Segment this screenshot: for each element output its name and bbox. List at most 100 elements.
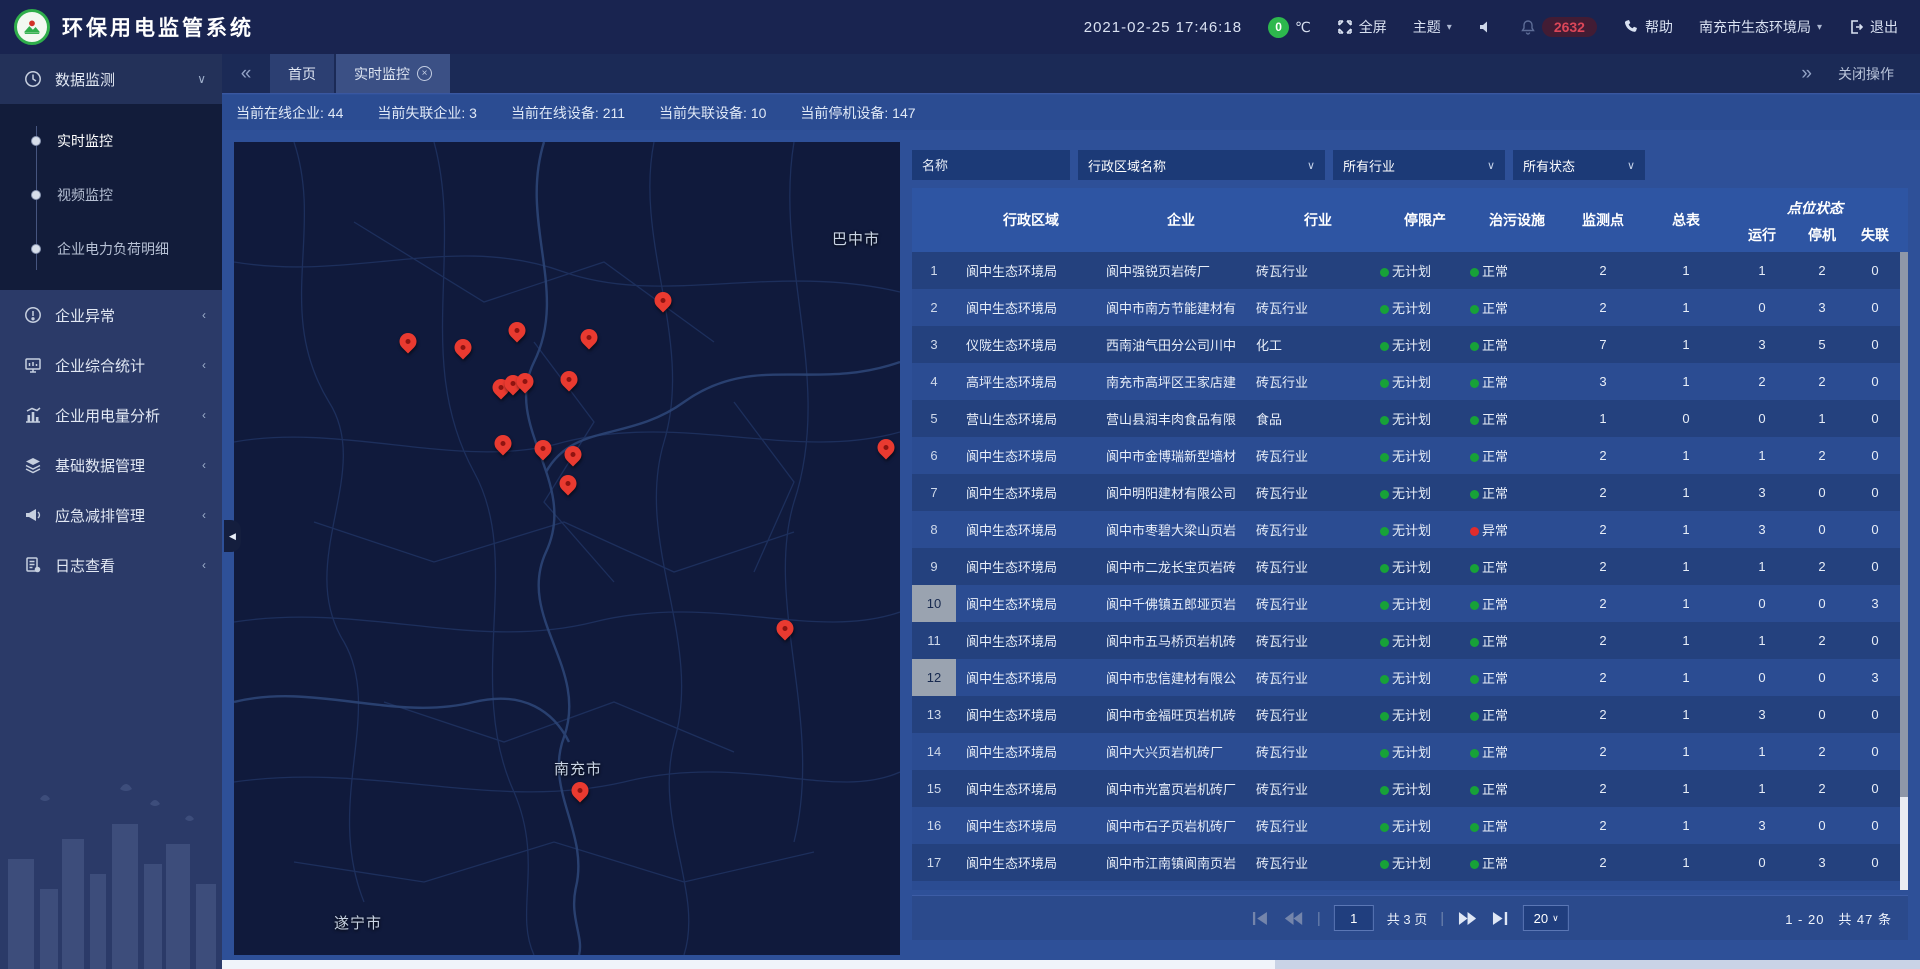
- close-operations-button[interactable]: 关闭操作: [1838, 64, 1894, 84]
- name-search-input-box[interactable]: [912, 150, 1070, 180]
- row-index-cell[interactable]: 17: [912, 844, 956, 881]
- company-cell[interactable]: 阆中市金博瑞新型墙材: [1106, 446, 1256, 465]
- tabs-scroll-right-button[interactable]: »: [1801, 63, 1812, 85]
- table-row[interactable]: 12阆中生态环境局阆中市忠信建材有限公砖瓦行业无计划正常21003: [912, 659, 1908, 696]
- company-cell[interactable]: 阆中千佛镇五郎垭页岩: [1106, 594, 1256, 613]
- row-index-cell[interactable]: 16: [912, 807, 956, 844]
- table-row[interactable]: 10阆中生态环境局阆中千佛镇五郎垭页岩砖瓦行业无计划正常21003: [912, 585, 1908, 622]
- tabs-scroll-left-button[interactable]: «: [222, 54, 270, 93]
- company-cell[interactable]: 阆中市二龙长宝页岩砖: [1106, 557, 1256, 576]
- row-index-cell[interactable]: 11: [912, 622, 956, 659]
- scrollbar-thumb[interactable]: [222, 960, 1275, 969]
- row-index-cell[interactable]: 12: [912, 659, 956, 696]
- table-row[interactable]: 7阆中生态环境局阆中明阳建材有限公司砖瓦行业无计划正常21300: [912, 474, 1908, 511]
- table-row[interactable]: 2阆中生态环境局阆中市南方节能建材有砖瓦行业无计划正常21030: [912, 289, 1908, 326]
- subheader-停机[interactable]: 停机: [1794, 225, 1850, 245]
- company-cell[interactable]: 南充市高坪区王家店建: [1106, 372, 1256, 391]
- table-row[interactable]: 17阆中生态环境局阆中市江南镇阆南页岩砖瓦行业无计划正常21030: [912, 844, 1908, 881]
- header-cell-3[interactable]: 行业: [1256, 188, 1380, 252]
- first-page-button[interactable]: [1251, 910, 1271, 926]
- table-row[interactable]: 14阆中生态环境局阆中大兴页岩机砖厂砖瓦行业无计划正常21120: [912, 733, 1908, 770]
- scrollbar-thumb[interactable]: [1900, 252, 1908, 797]
- company-cell[interactable]: 阆中明阳建材有限公司: [1106, 483, 1256, 502]
- submenu-item-1[interactable]: 实时监控: [0, 114, 222, 168]
- table-row[interactable]: 13阆中生态环境局阆中市金福旺页岩机砖砖瓦行业无计划正常21300: [912, 696, 1908, 733]
- map-panel[interactable]: 巴中市南充市遂宁市: [234, 142, 900, 955]
- table-row[interactable]: 11阆中生态环境局阆中市五马桥页岩机砖砖瓦行业无计划正常21120: [912, 622, 1908, 659]
- row-index-cell[interactable]: 9: [912, 548, 956, 585]
- status-select[interactable]: 所有状态 ∨: [1513, 150, 1645, 180]
- row-index-cell[interactable]: 6: [912, 437, 956, 474]
- company-cell[interactable]: 阆中强锐页岩砖厂: [1106, 261, 1256, 280]
- row-index-cell[interactable]: 2: [912, 289, 956, 326]
- tab-close-icon[interactable]: ×: [417, 66, 432, 81]
- company-cell[interactable]: 西南油气田分公司川中: [1106, 335, 1256, 354]
- header-cell-4[interactable]: 停限产: [1380, 188, 1470, 252]
- sidebar-item-5[interactable]: 基础数据管理‹: [0, 440, 222, 490]
- sidebar-collapse-button[interactable]: ◀: [224, 520, 241, 552]
- company-cell[interactable]: 阆中大兴页岩机砖厂: [1106, 742, 1256, 761]
- theme-dropdown[interactable]: 主题 ▾: [1413, 17, 1452, 37]
- next-page-button[interactable]: [1457, 910, 1477, 926]
- subheader-失联[interactable]: 失联: [1850, 225, 1900, 245]
- sidebar-item-1[interactable]: 数据监测∨: [0, 54, 222, 104]
- logout-button[interactable]: 退出: [1848, 17, 1898, 37]
- page-size-select[interactable]: 20 ∨: [1523, 905, 1569, 931]
- company-cell[interactable]: 阆中市五马桥页岩机砖: [1106, 631, 1256, 650]
- table-row[interactable]: 3仪陇生态环境局西南油气田分公司川中化工无计划正常71350: [912, 326, 1908, 363]
- sidebar-item-2[interactable]: 企业异常‹: [0, 290, 222, 340]
- company-cell[interactable]: 阆中市南方节能建材有: [1106, 298, 1256, 317]
- submenu-item-3[interactable]: 企业电力负荷明细: [0, 222, 222, 276]
- sidebar-item-3[interactable]: 企业综合统计‹: [0, 340, 222, 390]
- row-index-cell[interactable]: 4: [912, 363, 956, 400]
- header-cell-7[interactable]: 总表: [1642, 188, 1730, 252]
- submenu-item-2[interactable]: 视频监控: [0, 168, 222, 222]
- table-row[interactable]: 5营山生态环境局营山县润丰肉食品有限食品无计划正常10010: [912, 400, 1908, 437]
- page-number-input[interactable]: [1334, 905, 1374, 931]
- subheader-运行[interactable]: 运行: [1730, 225, 1794, 245]
- row-index-cell[interactable]: 5: [912, 400, 956, 437]
- table-row[interactable]: 15阆中生态环境局阆中市光富页岩机砖厂砖瓦行业无计划正常21120: [912, 770, 1908, 807]
- company-cell[interactable]: 阆中市江南镇阆南页岩: [1106, 853, 1256, 872]
- table-row[interactable]: 1阆中生态环境局阆中强锐页岩砖厂砖瓦行业无计划正常21120: [912, 252, 1908, 289]
- header-cell-1[interactable]: 行政区域: [956, 188, 1106, 252]
- table-row[interactable]: 9阆中生态环境局阆中市二龙长宝页岩砖砖瓦行业无计划正常21120: [912, 548, 1908, 585]
- last-page-button[interactable]: [1490, 910, 1510, 926]
- row-index-cell[interactable]: 7: [912, 474, 956, 511]
- company-cell[interactable]: 阆中市光富页岩机砖厂: [1106, 779, 1256, 798]
- speaker-button[interactable]: [1478, 19, 1494, 35]
- page-horizontal-scrollbar[interactable]: [222, 960, 1920, 969]
- company-cell[interactable]: 阆中市金福旺页岩机砖: [1106, 705, 1256, 724]
- header-cell-5[interactable]: 治污设施: [1470, 188, 1564, 252]
- table-vertical-scrollbar[interactable]: [1900, 252, 1908, 890]
- company-cell[interactable]: 营山县润丰肉食品有限: [1106, 409, 1256, 428]
- row-index-cell[interactable]: 3: [912, 326, 956, 363]
- row-index-cell[interactable]: 15: [912, 770, 956, 807]
- notifications[interactable]: 2632: [1520, 17, 1597, 37]
- org-dropdown[interactable]: 南充市生态环境局 ▾: [1699, 17, 1822, 37]
- table-row[interactable]: 18南部生态环境局南部县双华页岩有限公砖瓦行业无计划正常21030: [912, 881, 1908, 890]
- header-cell-2[interactable]: 企业: [1106, 188, 1256, 252]
- fullscreen-button[interactable]: 全屏: [1337, 17, 1387, 37]
- sidebar-item-7[interactable]: 日志查看‹: [0, 540, 222, 590]
- row-index-cell[interactable]: 10: [912, 585, 956, 622]
- industry-select[interactable]: 所有行业 ∨: [1333, 150, 1505, 180]
- table-row[interactable]: 4高坪生态环境局南充市高坪区王家店建砖瓦行业无计划正常31220: [912, 363, 1908, 400]
- tab-首页[interactable]: 首页: [270, 54, 334, 93]
- company-cell[interactable]: 阆中市石子页岩机砖厂: [1106, 816, 1256, 835]
- table-row[interactable]: 16阆中生态环境局阆中市石子页岩机砖厂砖瓦行业无计划正常21300: [912, 807, 1908, 844]
- row-index-cell[interactable]: 8: [912, 511, 956, 548]
- table-row[interactable]: 8阆中生态环境局阆中市枣碧大梁山页岩砖瓦行业无计划异常21300: [912, 511, 1908, 548]
- previous-page-button[interactable]: [1284, 910, 1304, 926]
- company-cell[interactable]: 阆中市枣碧大梁山页岩: [1106, 520, 1256, 539]
- table-row[interactable]: 6阆中生态环境局阆中市金博瑞新型墙材砖瓦行业无计划正常21120: [912, 437, 1908, 474]
- help-button[interactable]: 帮助: [1623, 17, 1673, 37]
- row-index-cell[interactable]: 18: [912, 881, 956, 890]
- row-index-cell[interactable]: 14: [912, 733, 956, 770]
- sidebar-item-4[interactable]: 企业用电量分析‹: [0, 390, 222, 440]
- tab-实时监控[interactable]: 实时监控×: [336, 54, 450, 93]
- header-cell-6[interactable]: 监测点: [1564, 188, 1642, 252]
- company-cell[interactable]: 阆中市忠信建材有限公: [1106, 668, 1256, 687]
- name-search-input[interactable]: [922, 158, 1060, 173]
- row-index-cell[interactable]: 1: [912, 252, 956, 289]
